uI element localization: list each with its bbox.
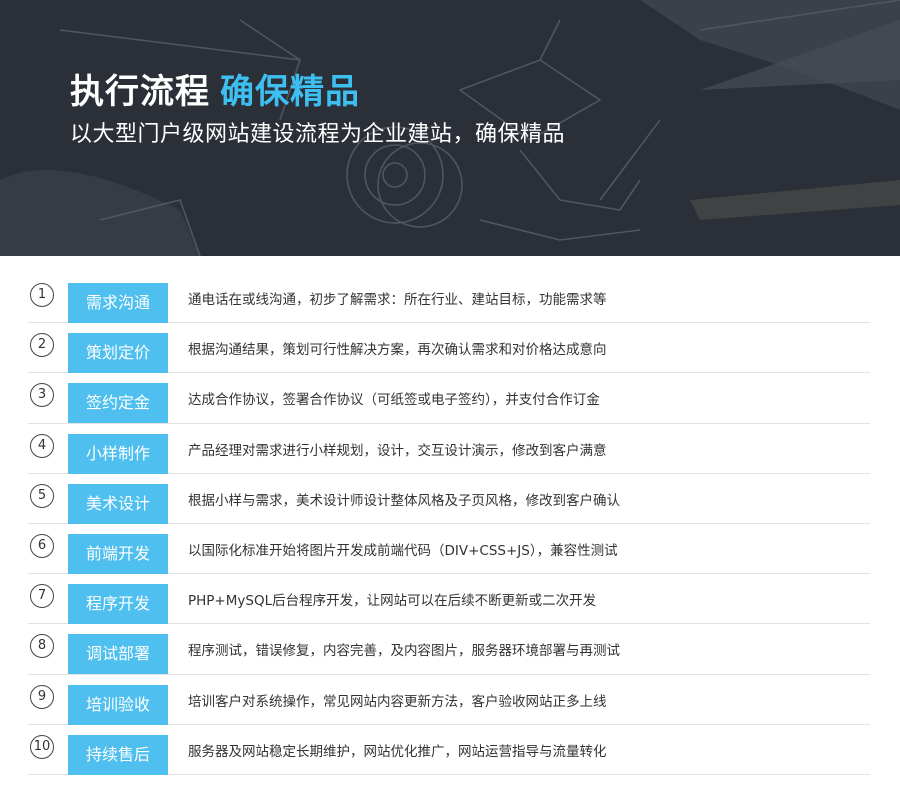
step-number: 2 <box>30 333 54 358</box>
step-label: 策划定价 <box>68 333 168 374</box>
process-step: 7 程序开发 PHP+MySQL后台程序开发，让网站可以在后续不断更新或二次开发 <box>28 574 870 625</box>
step-number: 1 <box>30 283 54 307</box>
step-number: 8 <box>30 634 54 659</box>
step-description: 程序测试，错误修复，内容完善，及内容图片，服务器环境部署与再测试 <box>188 643 620 660</box>
process-step: 5 美术设计 根据小样与需求，美术设计师设计整体风格及子页风格，修改到客户确认 <box>28 474 870 524</box>
page-title: 执行流程 确保精品 <box>70 64 360 113</box>
step-number: 7 <box>30 584 54 609</box>
step-description: 产品经理对需求进行小样规划，设计，交互设计演示，修改到客户满意 <box>188 442 607 459</box>
step-number: 3 <box>30 383 54 408</box>
step-label: 小样制作 <box>68 433 168 474</box>
step-label: 签约定金 <box>68 383 168 424</box>
step-label: 美术设计 <box>68 483 168 524</box>
process-steps-list: 1 需求沟通 通电话在或线沟通，初步了解需求：所在行业、建站目标，功能需求等 2 策划定… <box>28 273 870 775</box>
process-step: 9 培训验收 培训客户对系统操作，常见网站内容更新方法，客户验收网站正多上线 <box>28 675 870 725</box>
step-number: 5 <box>30 483 54 508</box>
process-step: 1 需求沟通 通电话在或线沟通，初步了解需求：所在行业、建站目标，功能需求等 <box>28 273 870 324</box>
step-description: 以国际化标准开始将图片开发成前端代码（DIV+CSS+JS），兼容性测试 <box>188 542 618 559</box>
step-description: 根据沟通结果，策划可行性解决方案，再次确认需求和对价格达成意向 <box>188 342 607 359</box>
step-description: 根据小样与需求，美术设计师设计整体风格及子页风格，修改到客户确认 <box>188 492 620 509</box>
step-description: 培训客户对系统操作，常见网站内容更新方法，客户验收网站正多上线 <box>188 693 607 710</box>
process-step: 4 小样制作 产品经理对需求进行小样规划，设计，交互设计演示，修改到客户满意 <box>28 424 870 474</box>
step-description: 服务器及网站稳定长期维护，网站优化推广，网站运营指导与流量转化 <box>188 743 607 760</box>
title-main: 执行流程 <box>70 72 210 112</box>
step-description: PHP+MySQL后台程序开发，让网站可以在后续不断更新或二次开发 <box>188 593 597 610</box>
step-label: 前端开发 <box>68 533 168 574</box>
step-number: 10 <box>30 734 54 759</box>
hero-banner: 执行流程 确保精品 以大型门户级网站建设流程为企业建站，确保精品 <box>0 0 900 256</box>
step-label: 需求沟通 <box>68 283 168 323</box>
process-step: 2 策划定价 根据沟通结果，策划可行性解决方案，再次确认需求和对价格达成意向 <box>28 323 870 374</box>
step-number: 4 <box>30 433 54 458</box>
process-step: 6 前端开发 以国际化标准开始将图片开发成前端代码（DIV+CSS+JS），兼容性测… <box>28 524 870 575</box>
step-number: 9 <box>30 684 54 709</box>
step-label: 培训验收 <box>68 684 168 725</box>
step-description: 通电话在或线沟通，初步了解需求：所在行业、建站目标，功能需求等 <box>188 292 607 308</box>
step-label: 程序开发 <box>68 584 168 625</box>
step-description: 达成合作协议，签署合作协议（可纸签或电子签约），并支付合作订金 <box>188 392 600 409</box>
step-number: 6 <box>30 533 54 558</box>
step-label: 调试部署 <box>68 634 168 675</box>
page-subtitle: 以大型门户级网站建设流程为企业建站，确保精品 <box>70 122 566 147</box>
step-label: 持续售后 <box>68 734 168 775</box>
process-step: 3 签约定金 达成合作协议，签署合作协议（可纸签或电子签约），并支付合作订金 <box>28 373 870 424</box>
process-step: 8 调试部署 程序测试，错误修复，内容完善，及内容图片，服务器环境部署与再测试 <box>28 624 870 675</box>
title-accent: 确保精品 <box>220 72 360 112</box>
process-step: 10 持续售后 服务器及网站稳定长期维护，网站优化推广，网站运营指导与流量转化 <box>28 725 870 775</box>
